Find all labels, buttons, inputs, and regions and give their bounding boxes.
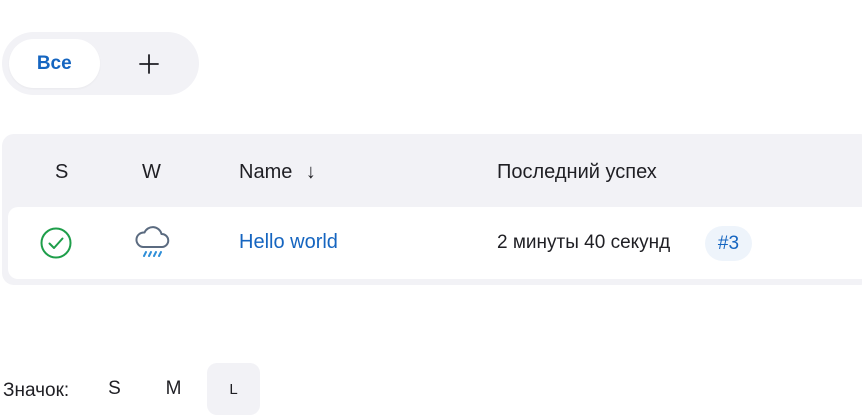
header-last-success[interactable]: Последний успех xyxy=(497,161,657,184)
icon-size-label: Значок: xyxy=(3,380,70,401)
tab-all[interactable]: Все xyxy=(9,39,100,88)
success-check-icon xyxy=(39,226,73,265)
icon-size-l[interactable]: L xyxy=(207,363,260,415)
icon-size-selector: Значок: S M L xyxy=(0,363,300,415)
job-link[interactable]: Hello world xyxy=(239,231,338,253)
add-view-button[interactable] xyxy=(100,39,199,88)
header-weather[interactable]: W xyxy=(142,161,161,184)
view-tabs: Все xyxy=(2,32,199,95)
icon-size-s[interactable]: S xyxy=(88,363,141,415)
rain-cloud-icon xyxy=(133,223,173,266)
sort-arrow-icon: ↓ xyxy=(305,161,316,183)
header-status[interactable]: S xyxy=(55,161,68,184)
table-row: Hello world 2 минуты 40 секунд #3 xyxy=(8,207,862,279)
last-success-value: 2 минуты 40 секунд xyxy=(497,232,671,253)
build-number-link[interactable]: #3 xyxy=(705,226,752,261)
plus-icon xyxy=(139,53,160,74)
header-name[interactable]: Name ↓ xyxy=(239,161,316,184)
header-name-label: Name xyxy=(239,161,293,183)
jobs-table: S W Name ↓ Последний успех Hello world 2… xyxy=(2,134,862,285)
icon-size-m[interactable]: M xyxy=(147,363,200,415)
